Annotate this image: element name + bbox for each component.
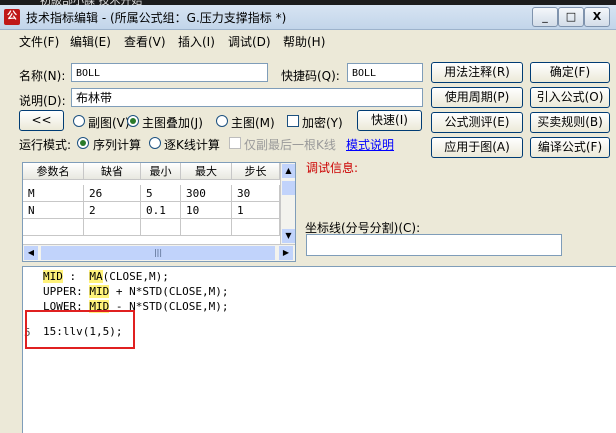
run-mode-label: 运行模式:: [19, 138, 72, 152]
maximize-button[interactable]: □: [558, 7, 584, 27]
highlighted-code-line: 15:llv(1,5);: [43, 325, 123, 338]
code-line: UPPER: MID + N*STD(CLOSE,M);: [43, 285, 229, 298]
code-editor[interactable]: MID : MA(CLOSE,M); UPPER: MID + N*STD(CL…: [22, 266, 616, 433]
last-bar-label: 仅副最后一根K线: [244, 138, 336, 152]
mode-help-link[interactable]: 模式说明: [346, 136, 394, 153]
table-cell[interactable]: 26: [84, 185, 141, 202]
formula-editor-window: 公 技术指标编辑 - (所属公式组：G.压力支撑指标 *) _ □ X 文件(F…: [0, 5, 616, 433]
table-cell-empty[interactable]: [23, 219, 84, 236]
title-bar[interactable]: 公 技术指标编辑 - (所属公式组：G.压力支撑指标 *) _ □ X: [0, 5, 616, 30]
scroll-down-arrow-icon[interactable]: ▼: [282, 229, 295, 243]
radio-sequence[interactable]: [77, 137, 89, 149]
close-button[interactable]: X: [584, 7, 610, 27]
radio-main-overlay-label: 主图叠加(J): [142, 116, 203, 130]
collapse-button[interactable]: <<: [19, 110, 64, 131]
menu-insert[interactable]: 插入(I): [178, 33, 215, 50]
encrypt-checkbox[interactable]: [287, 115, 299, 127]
radio-per-bar[interactable]: [149, 137, 161, 149]
app-icon: 公: [4, 9, 20, 25]
import-formula-button[interactable]: 引入公式(O): [530, 87, 610, 108]
table-cell[interactable]: 2: [84, 202, 141, 219]
table-cell[interactable]: M: [23, 185, 84, 202]
usage-notes-button[interactable]: 用法注释(R): [431, 62, 523, 83]
table-header: 缺省: [84, 163, 141, 180]
table-cell[interactable]: N: [23, 202, 84, 219]
table-cell-empty[interactable]: [141, 219, 181, 236]
buy-sell-rules-button[interactable]: 买卖规则(B): [530, 112, 610, 133]
description-label: 说明(D):: [19, 94, 66, 108]
table-cell[interactable]: 10: [181, 202, 232, 219]
menu-file[interactable]: 文件(F): [19, 33, 59, 50]
table-cell-empty[interactable]: [181, 219, 232, 236]
table-cell[interactable]: 5: [141, 185, 181, 202]
table-cell-empty[interactable]: [232, 219, 280, 236]
scroll-up-arrow-icon[interactable]: ▲: [282, 164, 295, 178]
menu-bar: 文件(F) 编辑(E) 查看(V) 插入(I) 调试(D) 帮助(H): [0, 31, 616, 50]
quick-button[interactable]: 快速(I): [357, 110, 422, 131]
radio-main-chart[interactable]: [216, 115, 228, 127]
scroll-left-arrow-icon[interactable]: ◀: [24, 246, 38, 260]
radio-main-overlay[interactable]: [127, 115, 139, 127]
formula-test-button[interactable]: 公式测评(E): [431, 112, 523, 133]
apply-to-chart-button[interactable]: 应用于图(A): [431, 137, 523, 158]
debug-info-label: 调试信息:: [306, 161, 359, 175]
table-header: 最小: [141, 163, 181, 180]
menu-view[interactable]: 查看(V): [124, 33, 166, 50]
radio-sub-chart-label: 副图(V): [88, 116, 130, 130]
scrollbar-thumb[interactable]: [282, 181, 295, 195]
shortcut-input[interactable]: BOLL: [347, 63, 423, 82]
name-input[interactable]: BOLL: [71, 63, 268, 82]
shortcut-label: 快捷码(Q):: [281, 69, 340, 83]
radio-main-chart-label: 主图(M): [231, 116, 275, 130]
table-header: 参数名: [23, 163, 84, 180]
table-header: 步长: [232, 163, 280, 180]
name-label: 名称(N):: [19, 69, 66, 83]
table-cell[interactable]: 0.1: [141, 202, 181, 219]
table-vertical-scrollbar[interactable]: ▲ ▼: [280, 163, 295, 244]
usage-period-button[interactable]: 使用周期(P): [431, 87, 523, 108]
ok-button[interactable]: 确定(F): [530, 62, 610, 83]
menu-edit[interactable]: 编辑(E): [70, 33, 111, 50]
encrypt-label: 加密(Y): [302, 116, 343, 130]
horizontal-scrollbar-thumb[interactable]: |||: [41, 246, 275, 260]
table-header: 最大: [181, 163, 232, 180]
code-line: MID : MA(CLOSE,M);: [43, 270, 169, 283]
parameter-table[interactable]: 参数名 缺省 最小 最大 步长 M 26 5 300 30 N 2 0.1 10…: [22, 162, 296, 262]
compile-formula-button[interactable]: 编译公式(F): [530, 137, 610, 158]
radio-per-bar-label: 逐K线计算: [164, 138, 220, 152]
table-cell[interactable]: 30: [232, 185, 280, 202]
last-bar-checkbox[interactable]: [229, 137, 241, 149]
menu-help[interactable]: 帮助(H): [283, 33, 325, 50]
minimize-button[interactable]: _: [532, 7, 558, 27]
table-horizontal-scrollbar[interactable]: ◀ ||| ▶: [23, 244, 295, 261]
window-title: 技术指标编辑 - (所属公式组：G.压力支撑指标 *): [26, 11, 287, 25]
scroll-right-arrow-icon[interactable]: ▶: [279, 246, 293, 260]
table-cell[interactable]: 1: [232, 202, 280, 219]
coordinate-lines-input[interactable]: [306, 234, 562, 256]
table-cell[interactable]: 300: [181, 185, 232, 202]
radio-sequence-label: 序列计算: [93, 138, 142, 152]
description-input[interactable]: 布林带: [71, 88, 423, 107]
table-cell-empty[interactable]: [84, 219, 141, 236]
radio-sub-chart[interactable]: [73, 115, 85, 127]
menu-debug[interactable]: 调试(D): [228, 33, 271, 50]
